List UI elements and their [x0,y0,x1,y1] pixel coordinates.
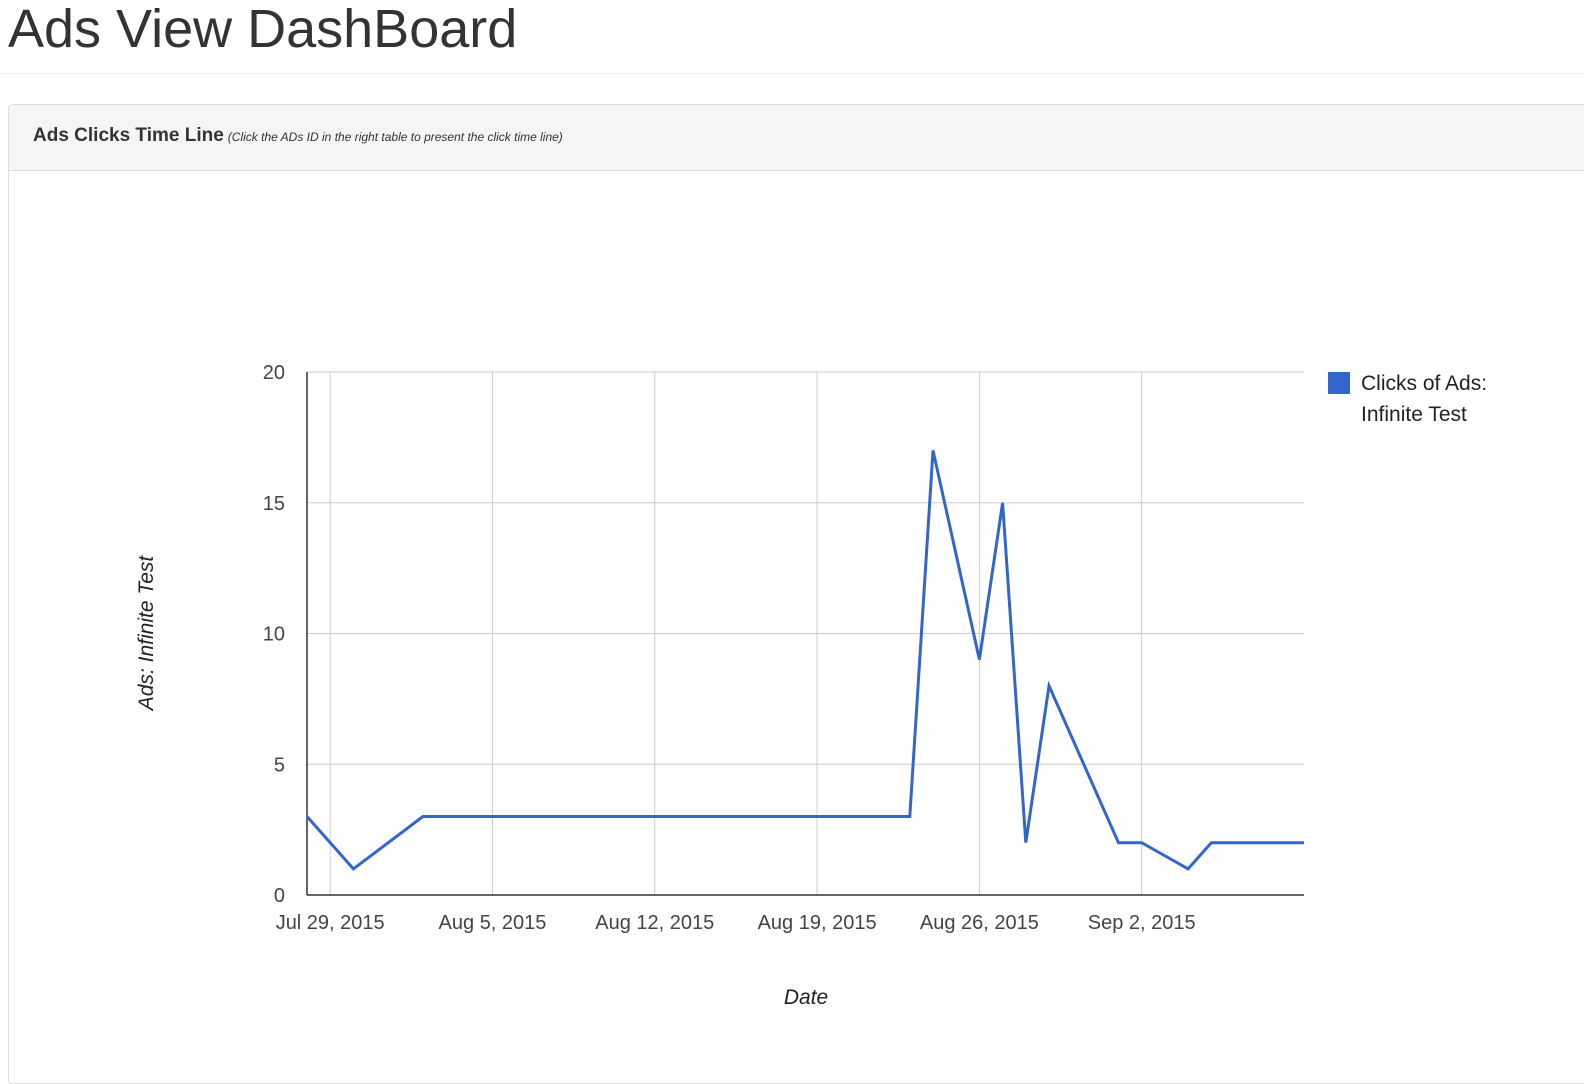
x-tick-label: Aug 5, 2015 [439,912,547,934]
x-tick-label: Sep 2, 2015 [1088,912,1196,934]
x-tick-label: Aug 26, 2015 [920,912,1039,934]
clicks-timeline-chart: 0 5 10 15 20 Jul 29, 2015 Aug 5, 2015 Aug 12, 2… [135,362,1487,1009]
legend-label: Clicks of Ads: [1361,372,1487,395]
series-line [305,450,1304,871]
legend-swatch [1328,372,1350,394]
x-tick-label: Aug 12, 2015 [595,912,714,934]
y-tick-label: 0 [274,885,285,907]
y-axis-title: Ads: Infinite Test [135,555,158,713]
legend-label: Infinite Test [1361,403,1467,426]
x-tick-label: Jul 29, 2015 [276,912,385,934]
y-tick-label: 5 [274,754,285,776]
label-layer: 0 5 10 15 20 Jul 29, 2015 Aug 5, 2015 Aug 12, 2… [263,362,1196,934]
x-axis-title: Date [784,986,828,1009]
series-layer [305,450,1304,871]
y-tick-label: 10 [263,624,285,646]
y-tick-label: 15 [263,493,285,515]
y-tick-label: 20 [263,362,285,384]
chart-legend: Clicks of Ads: Infinite Test [1328,372,1487,426]
x-tick-label: Aug 19, 2015 [758,912,877,934]
